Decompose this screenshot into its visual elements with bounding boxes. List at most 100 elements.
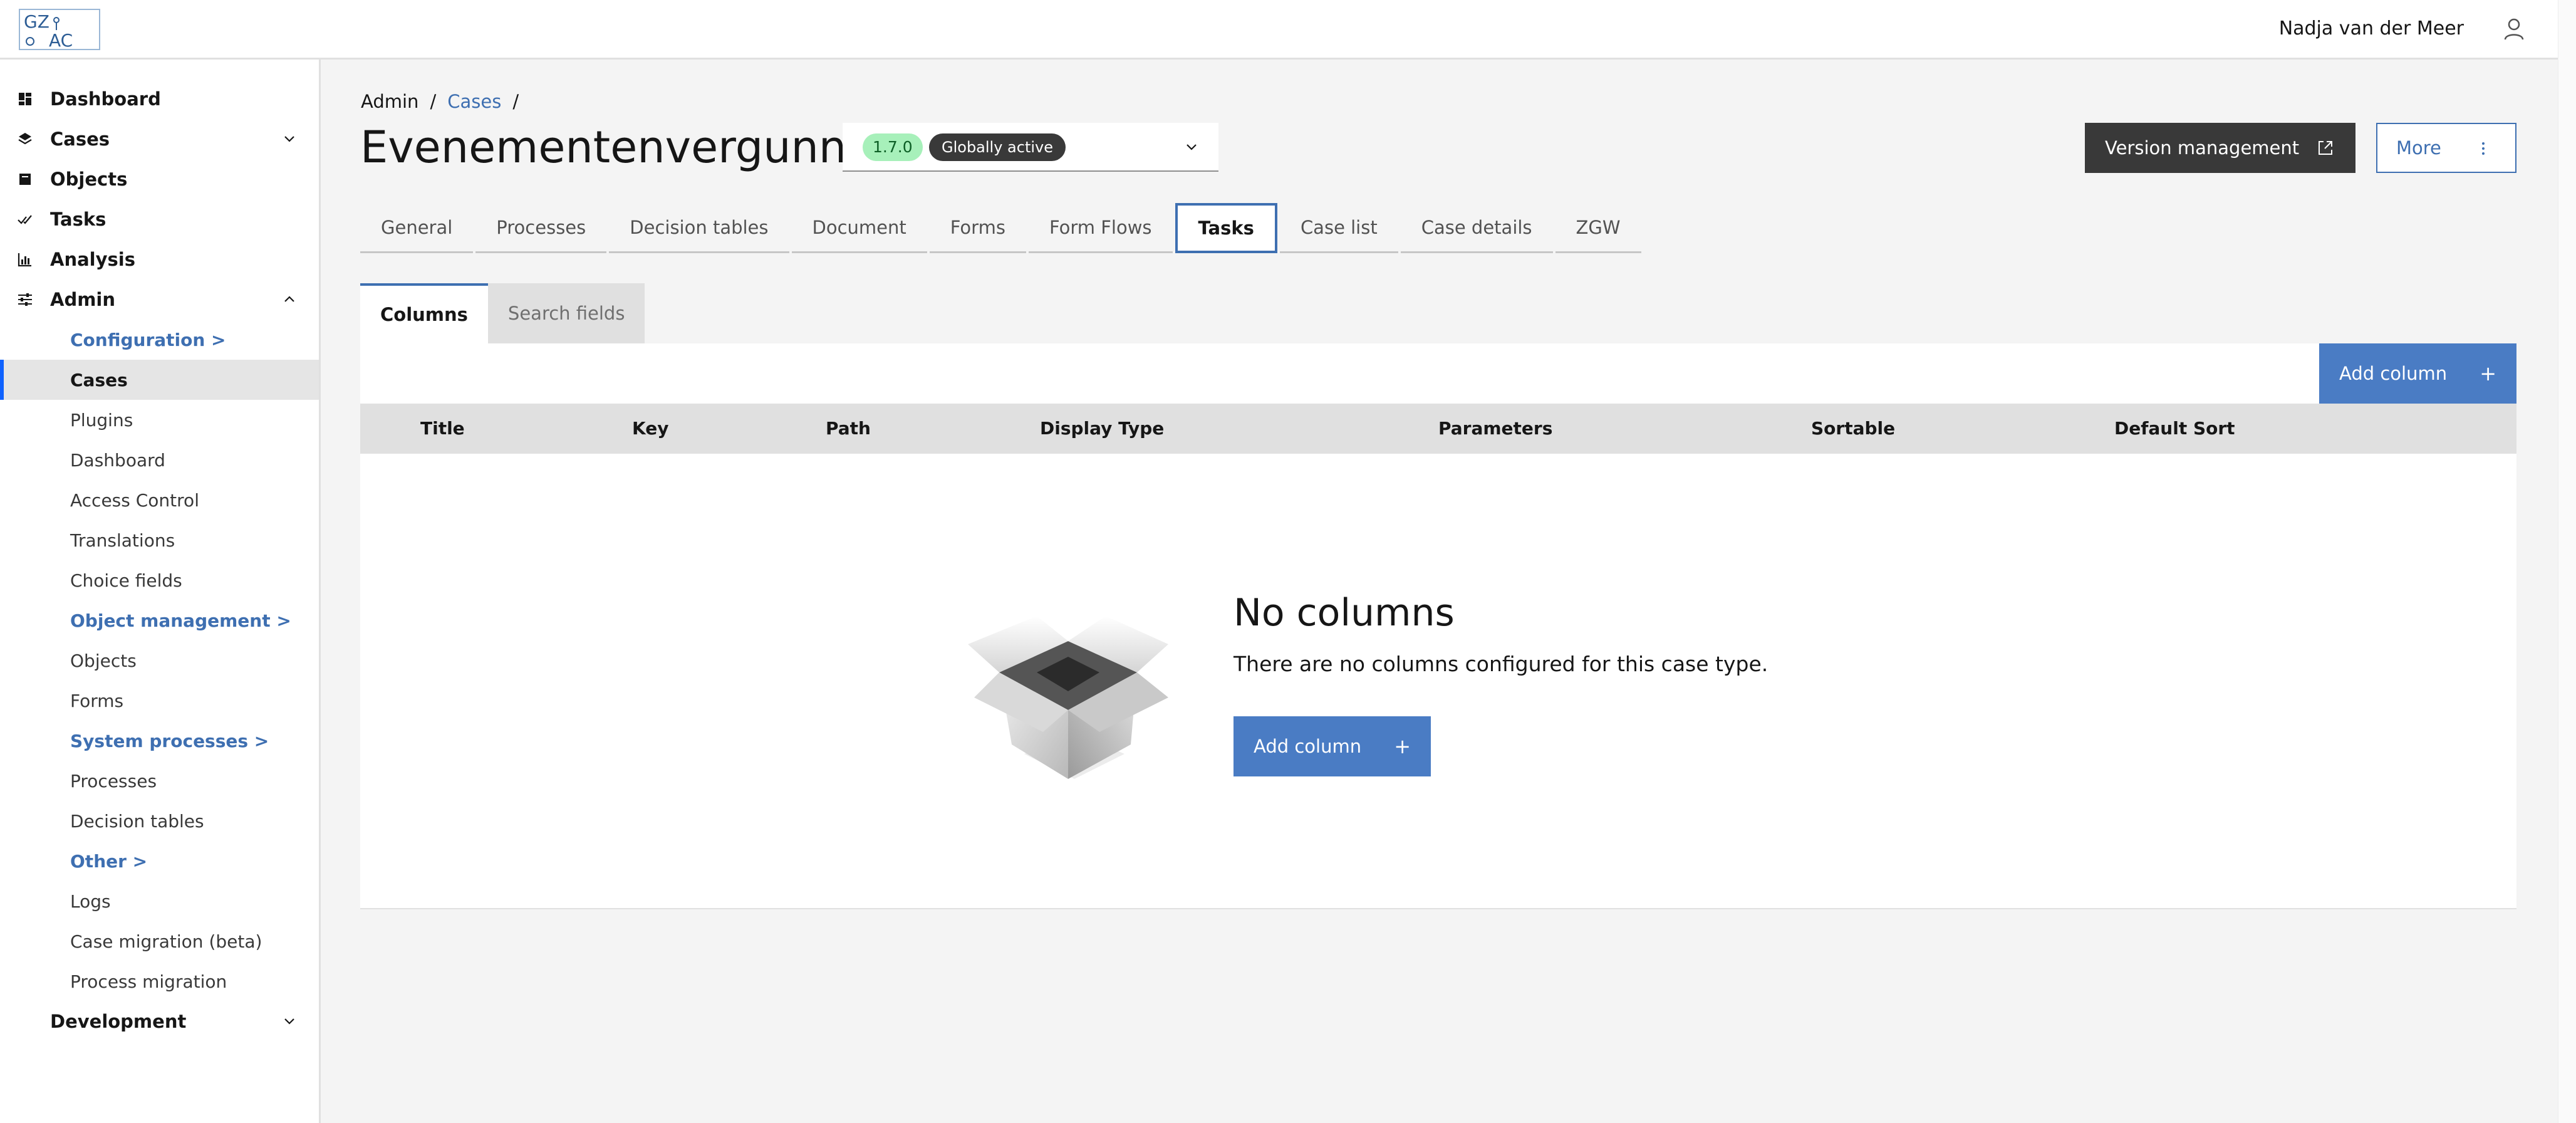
sidebar-item-label: System processes > (70, 730, 269, 751)
sidebar-item-translations[interactable]: Translations (0, 520, 319, 560)
overflow-menu-icon (2474, 139, 2493, 158)
sidebar-item-admin-objects[interactable]: Objects (0, 640, 319, 681)
tab-tasks[interactable]: Tasks (1175, 203, 1277, 253)
table-header: Title Key Path Display Type Parameters S… (360, 404, 2516, 454)
tab-general[interactable]: General (360, 203, 474, 253)
sidebar-item-label: Object management > (70, 610, 291, 631)
add-column-button[interactable]: Add column + (2319, 343, 2516, 404)
top-header: GZ AC Nadja van der Meer (0, 0, 2558, 60)
column-header-path[interactable]: Path (826, 404, 871, 454)
breadcrumb-cases-link[interactable]: Cases (447, 90, 501, 113)
chevron-down-icon[interactable] (280, 1012, 299, 1031)
sidebar-item-processes[interactable]: Processes (0, 761, 319, 801)
subtab-search-fields[interactable]: Search fields (487, 283, 645, 343)
sidebar-item-access-control[interactable]: Access Control (0, 480, 319, 520)
button-label: Version management (2105, 137, 2300, 159)
sidebar-item-label: Objects (70, 650, 137, 671)
sidebar-item-label: Processes (70, 770, 157, 791)
case-tabs: General Processes Decision tables Docume… (360, 203, 1644, 253)
chevron-down-icon[interactable] (280, 130, 299, 149)
sidebar-section-system-processes[interactable]: System processes > (0, 721, 319, 761)
svg-text:AC: AC (49, 30, 73, 50)
tab-decision-tables[interactable]: Decision tables (609, 203, 789, 253)
button-label: More (2396, 137, 2441, 159)
sidebar-item-case-migration[interactable]: Case migration (beta) (0, 921, 319, 961)
tab-zgw[interactable]: ZGW (1555, 203, 1641, 253)
version-tag: 1.7.0 (863, 133, 923, 161)
button-label: Add column (2339, 363, 2448, 384)
sidebar-item-decision-tables[interactable]: Decision tables (0, 801, 319, 841)
sidebar-item-label: Cases (50, 128, 110, 150)
dashboard-icon (17, 91, 33, 107)
subtab-columns[interactable]: Columns (360, 283, 488, 343)
sidebar-item-cases[interactable]: Cases (0, 119, 319, 159)
sidebar-item-label: Configuration > (70, 329, 226, 350)
version-select[interactable]: 1.7.0 Globally active (843, 123, 1218, 172)
sidebar-item-admin-cases[interactable]: Cases (0, 360, 319, 400)
tab-document[interactable]: Document (791, 203, 927, 253)
version-management-button[interactable]: Version management (2085, 123, 2355, 173)
column-header-display-type[interactable]: Display Type (1040, 404, 1164, 454)
add-icon: + (1394, 734, 1411, 758)
chevron-up-icon[interactable] (280, 290, 299, 309)
column-header-sortable[interactable]: Sortable (1811, 404, 1895, 454)
breadcrumb-separator: / (430, 91, 437, 112)
sidebar-item-label: Translations (70, 530, 175, 551)
sidebar-item-tasks[interactable]: Tasks (0, 199, 319, 239)
settings-adjust-icon (17, 291, 33, 308)
sidebar-item-objects[interactable]: Objects (0, 159, 319, 199)
sidebar-item-development[interactable]: Development (0, 1001, 319, 1042)
tab-forms[interactable]: Forms (929, 203, 1026, 253)
tab-processes[interactable]: Processes (475, 203, 607, 253)
sidebar: Dashboard Cases Objects Tasks Analysis A… (0, 60, 321, 1123)
objects-icon (17, 171, 33, 187)
chevron-down-icon (1182, 138, 1201, 157)
sidebar-item-analysis[interactable]: Analysis (0, 239, 319, 279)
column-header-default-sort[interactable]: Default Sort (2114, 404, 2235, 454)
sidebar-item-label: Development (50, 1011, 187, 1032)
sidebar-section-object-management[interactable]: Object management > (0, 600, 319, 640)
columns-panel: Add column + Title Key Path Display Type… (360, 343, 2516, 909)
column-header-parameters[interactable]: Parameters (1438, 404, 1552, 454)
button-label: Add column (1254, 736, 1362, 757)
column-header-key[interactable]: Key (632, 404, 668, 454)
layers-icon (17, 131, 33, 147)
sidebar-item-plugins[interactable]: Plugins (0, 400, 319, 440)
tab-case-list[interactable]: Case list (1279, 203, 1398, 253)
sidebar-item-label: Other > (70, 850, 148, 872)
sidebar-item-logs[interactable]: Logs (0, 881, 319, 921)
empty-state-add-column-button[interactable]: Add column + (1233, 716, 1431, 776)
sidebar-item-label: Tasks (50, 209, 106, 230)
sidebar-item-admin-dashboard[interactable]: Dashboard (0, 440, 319, 480)
empty-box-illustration (962, 591, 1175, 779)
breadcrumb-admin: Admin (361, 91, 419, 112)
chart-icon (17, 251, 33, 268)
sidebar-item-label: Dashboard (50, 88, 161, 110)
app-logo[interactable]: GZ AC (19, 9, 100, 51)
page-title: Evenementenvergunning (360, 122, 915, 173)
tab-form-flows[interactable]: Form Flows (1028, 203, 1173, 253)
page-scrollbar[interactable] (2558, 0, 2576, 1123)
sidebar-item-admin[interactable]: Admin (0, 279, 319, 320)
sidebar-item-label: Logs (70, 891, 111, 912)
user-profile-icon[interactable] (2501, 16, 2527, 41)
sub-tabs: Columns Search fields (360, 283, 645, 343)
sidebar-item-process-migration[interactable]: Process migration (0, 961, 319, 1001)
sidebar-item-label: Access Control (70, 489, 199, 511)
tab-case-details[interactable]: Case details (1400, 203, 1553, 253)
more-button[interactable]: More (2376, 123, 2516, 173)
launch-icon (2315, 138, 2335, 158)
sidebar-item-label: Choice fields (70, 570, 182, 591)
sidebar-item-label: Admin (50, 289, 116, 310)
checkmark-icon (17, 211, 33, 227)
sidebar-item-label: Dashboard (70, 449, 165, 471)
sidebar-item-label: Process migration (70, 971, 227, 992)
column-header-title[interactable]: Title (420, 404, 465, 454)
breadcrumb-separator: / (512, 91, 519, 112)
sidebar-section-other[interactable]: Other > (0, 841, 319, 881)
sidebar-section-configuration[interactable]: Configuration > (0, 320, 319, 360)
sidebar-item-forms[interactable]: Forms (0, 681, 319, 721)
sidebar-item-choice-fields[interactable]: Choice fields (0, 560, 319, 600)
globally-active-tag: Globally active (929, 133, 1066, 161)
sidebar-item-dashboard[interactable]: Dashboard (0, 79, 319, 119)
